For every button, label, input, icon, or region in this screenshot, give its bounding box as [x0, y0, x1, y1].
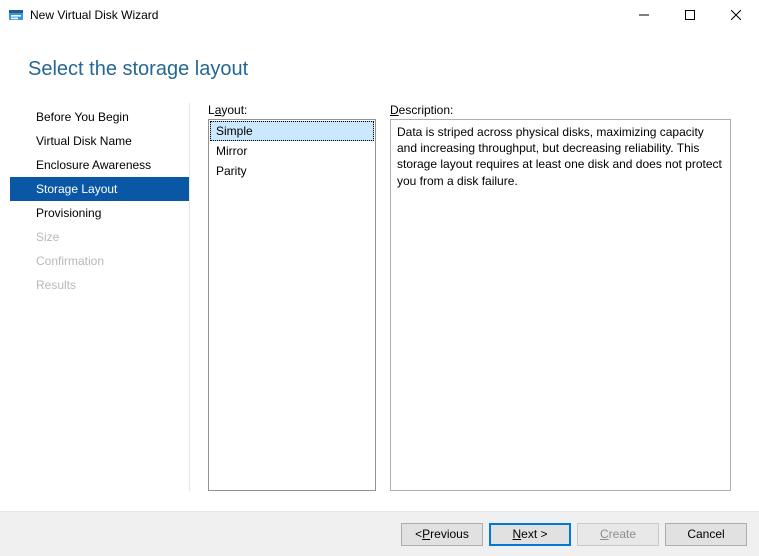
sidebar-item-enclosure-awareness[interactable]: Enclosure Awareness	[10, 153, 189, 177]
sidebar-item-results: Results	[10, 273, 189, 297]
sidebar-item-confirmation: Confirmation	[10, 249, 189, 273]
create-button: Create	[577, 523, 659, 546]
sidebar-item-storage-layout[interactable]: Storage Layout	[10, 177, 189, 201]
wizard-icon	[8, 7, 24, 23]
layout-listbox[interactable]: Simple Mirror Parity	[208, 119, 376, 491]
sidebar-item-size: Size	[10, 225, 189, 249]
window-controls	[621, 0, 759, 30]
layout-option-mirror[interactable]: Mirror	[210, 141, 374, 161]
footer: < Previous Next > Create Cancel	[0, 512, 759, 556]
main-columns: Before You Begin Virtual Disk Name Enclo…	[28, 103, 731, 511]
window-title: New Virtual Disk Wizard	[30, 8, 158, 22]
description-label: Description:	[390, 103, 731, 117]
page-title: Select the storage layout	[28, 58, 731, 81]
maximize-button[interactable]	[667, 0, 713, 30]
layout-option-simple[interactable]: Simple	[210, 121, 374, 141]
right-area: Layout: Simple Mirror Parity Description…	[190, 103, 731, 491]
wizard-steps: Before You Begin Virtual Disk Name Enclo…	[10, 103, 190, 491]
layout-column: Layout: Simple Mirror Parity	[208, 103, 376, 491]
minimize-button[interactable]	[621, 0, 667, 30]
content-area: Select the storage layout Before You Beg…	[0, 30, 759, 512]
sidebar-item-before-you-begin[interactable]: Before You Begin	[10, 105, 189, 129]
sidebar-item-provisioning[interactable]: Provisioning	[10, 201, 189, 225]
description-text: Data is striped across physical disks, m…	[390, 119, 731, 491]
cancel-button[interactable]: Cancel	[665, 523, 747, 546]
layout-option-parity[interactable]: Parity	[210, 161, 374, 181]
titlebar: New Virtual Disk Wizard	[0, 0, 759, 30]
close-button[interactable]	[713, 0, 759, 30]
previous-button[interactable]: < Previous	[401, 523, 483, 546]
layout-label: Layout:	[208, 103, 376, 117]
sidebar-item-virtual-disk-name[interactable]: Virtual Disk Name	[10, 129, 189, 153]
description-column: Description: Data is striped across phys…	[390, 103, 731, 491]
next-button[interactable]: Next >	[489, 523, 571, 546]
